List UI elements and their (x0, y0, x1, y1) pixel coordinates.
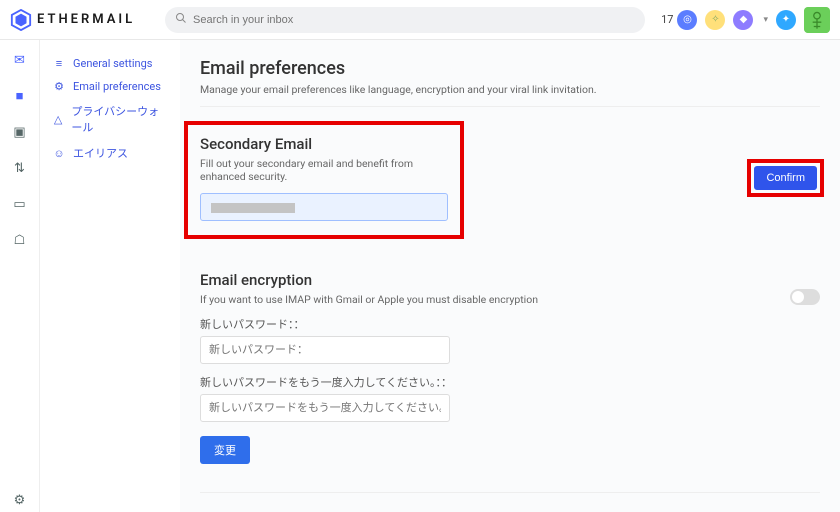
encryption-title: Email encryption (200, 271, 820, 289)
logo-hex-icon (10, 9, 32, 31)
secondary-email-input[interactable] (200, 193, 448, 221)
rail-transfer-icon[interactable]: ⇅ (8, 156, 32, 180)
page-title: Email preferences (200, 58, 820, 79)
confirm-highlight: Confirm (751, 163, 820, 193)
topbar: ETHERMAIL 17 ◎ ✧ ◆ ▾ ✦ (0, 0, 840, 40)
rail-chat-icon[interactable]: ☖ (8, 228, 32, 252)
rail-wallet-icon[interactable]: ▭ (8, 192, 32, 216)
nav-label: General settings (73, 57, 152, 70)
avatar-icon[interactable] (804, 7, 830, 33)
secondary-email-subtitle: Fill out your secondary email and benefi… (200, 157, 448, 183)
nav-label: エイリアス (73, 145, 128, 161)
chevron-down-icon[interactable]: ▾ (763, 15, 768, 25)
count-badge[interactable]: 17 ◎ (661, 10, 697, 30)
rail-gear-icon[interactable]: ⚙ (8, 488, 32, 512)
page-subtitle: Manage your email preferences like langu… (200, 83, 820, 107)
search-bar[interactable] (165, 7, 645, 33)
encryption-subtitle: If you want to use IMAP with Gmail or Ap… (200, 293, 820, 306)
brand-name: ETHERMAIL (37, 12, 135, 27)
change-button[interactable]: 変更 (200, 436, 250, 464)
nav-label: Email preferences (73, 80, 161, 93)
eth-icon[interactable]: ◆ (733, 10, 753, 30)
pw1-input[interactable] (200, 336, 450, 364)
secondary-email-title: Secondary Email (200, 135, 448, 153)
section-email-encryption: Email encryption If you want to use IMAP… (200, 271, 820, 464)
nav-privacy-wall[interactable]: △ プライバシーウォール (46, 98, 174, 140)
rail-mail-icon[interactable]: ✉ (8, 48, 32, 72)
sparkle-icon[interactable]: ✧ (705, 10, 725, 30)
left-rail: ✉ ■ ▣ ⇅ ▭ ☖ ⚙ (0, 40, 40, 512)
nav-general-settings[interactable]: ≡ General settings (46, 52, 174, 75)
nav-email-preferences[interactable]: ⚙ Email preferences (46, 75, 174, 98)
secondary-email-highlight: Secondary Email Fill out your secondary … (188, 125, 460, 235)
divider (200, 492, 820, 493)
brand-logo[interactable]: ETHERMAIL (10, 9, 165, 31)
sliders-icon: ≡ (52, 57, 66, 70)
count-value: 17 (661, 13, 673, 26)
search-icon (175, 12, 187, 27)
settings-nav: ≡ General settings ⚙ Email preferences △… (40, 40, 180, 512)
nav-alias[interactable]: ☺ エイリアス (46, 140, 174, 166)
redacted-placeholder (211, 203, 295, 213)
discord-icon[interactable]: ✦ (776, 10, 796, 30)
topbar-right: 17 ◎ ✧ ◆ ▾ ✦ (661, 7, 830, 33)
pw2-input[interactable] (200, 394, 450, 422)
main-content: Email preferences Manage your email pref… (180, 40, 840, 512)
pw2-label: 新しいパスワードをもう一度入力してください。：： (200, 374, 820, 390)
rail-image-icon[interactable]: ▣ (8, 120, 32, 144)
warning-icon: △ (52, 113, 64, 126)
nav-label: プライバシーウォール (71, 103, 168, 135)
rail-video-icon[interactable]: ■ (8, 84, 32, 108)
pw1-label: 新しいパスワード：： (200, 316, 820, 332)
search-input[interactable] (193, 14, 635, 26)
encryption-toggle[interactable] (790, 289, 820, 305)
section-secondary-email: Secondary Email Fill out your secondary … (200, 125, 820, 235)
confirm-button[interactable]: Confirm (754, 166, 817, 190)
person-icon: ☺ (52, 147, 66, 160)
stats-icon: ◎ (677, 10, 697, 30)
gear-icon: ⚙ (52, 80, 66, 93)
